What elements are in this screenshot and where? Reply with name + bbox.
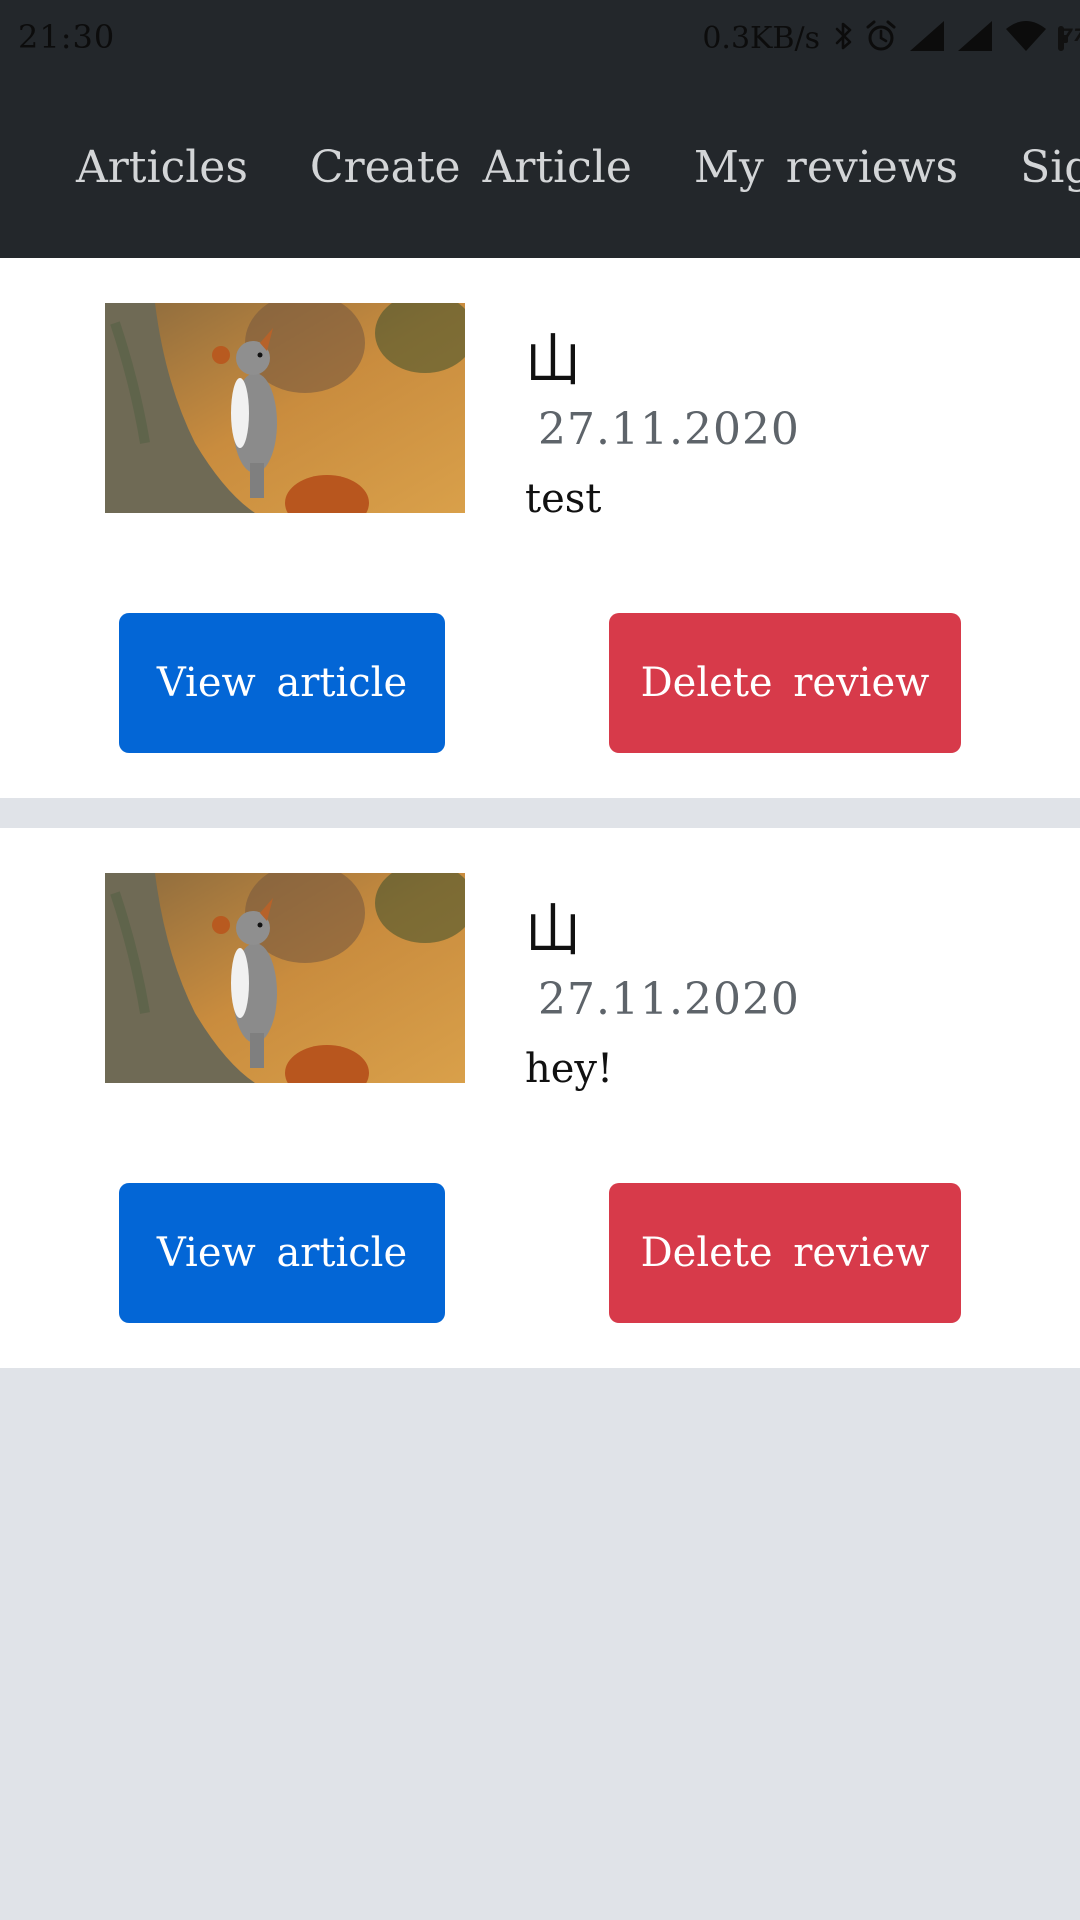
nav-sign[interactable]: Sig bbox=[1020, 142, 1080, 193]
bluetooth-icon bbox=[834, 20, 854, 56]
view-article-button[interactable]: View article bbox=[119, 1183, 445, 1323]
network-speed: 0.3KB/s bbox=[702, 20, 820, 56]
status-icons: 0.3KB/s bbox=[702, 16, 1080, 60]
review-date: 27.11.2020 bbox=[538, 404, 800, 455]
article-thumbnail bbox=[105, 303, 465, 513]
delete-review-button[interactable]: Delete review bbox=[609, 1183, 961, 1323]
article-title: 山 bbox=[525, 329, 581, 394]
review-date: 27.11.2020 bbox=[538, 974, 800, 1025]
signal-icon bbox=[956, 19, 994, 57]
signal-icon bbox=[908, 19, 946, 57]
review-text: test bbox=[525, 476, 602, 522]
review-text: hey! bbox=[525, 1046, 614, 1092]
view-article-button[interactable]: View article bbox=[119, 613, 445, 753]
nav-articles[interactable]: Articles bbox=[76, 142, 248, 193]
wifi-icon bbox=[1004, 19, 1048, 57]
status-time: 21:30 bbox=[18, 18, 116, 56]
status-bar: 21:30 0.3KB/s bbox=[0, 0, 1080, 76]
nav-my-reviews[interactable]: My reviews bbox=[694, 142, 958, 193]
article-thumbnail bbox=[105, 873, 465, 1083]
battery-icon: 77 bbox=[1058, 25, 1080, 51]
nav-create-article[interactable]: Create Article bbox=[310, 142, 632, 193]
review-card: 山 27.11.2020 test View article Delete re… bbox=[0, 258, 1080, 798]
article-title: 山 bbox=[525, 899, 581, 964]
top-navbar: Articles Create Article My reviews Sig bbox=[0, 76, 1080, 258]
nav-links: Articles Create Article My reviews Sig bbox=[76, 76, 1080, 258]
alarm-icon bbox=[864, 19, 898, 57]
delete-review-button[interactable]: Delete review bbox=[609, 613, 961, 753]
review-card: 山 27.11.2020 hey! View article Delete re… bbox=[0, 828, 1080, 1368]
